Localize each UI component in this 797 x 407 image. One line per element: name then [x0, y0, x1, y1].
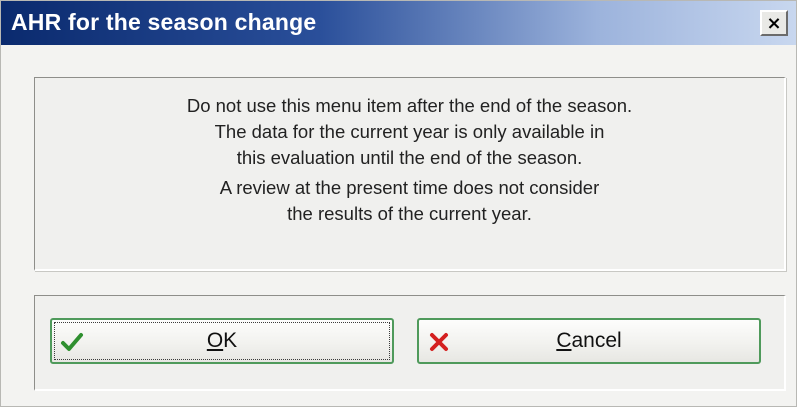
message-line: Do not use this menu item after the end … — [186, 95, 633, 116]
cancel-mnemonic: C — [556, 329, 572, 352]
close-icon: × — [766, 12, 782, 34]
dialog-title: AHR for the season change — [11, 9, 317, 35]
message-line: this evaluation until the end of the sea… — [236, 147, 583, 168]
close-button[interactable]: × — [760, 10, 788, 36]
message-line: the results of the current year. — [287, 203, 532, 224]
message-text: Do not use this menu item after the end … — [35, 93, 784, 227]
cancel-button[interactable]: Cancel — [417, 318, 761, 364]
ok-button[interactable]: OK — [50, 318, 394, 364]
ok-button-label: OK — [52, 320, 392, 362]
cancel-button-label: Cancel — [419, 320, 759, 362]
message-panel: Do not use this menu item after the end … — [34, 77, 786, 271]
message-line: A review at the present time does not co… — [219, 177, 600, 198]
message-line: The data for the current year is only av… — [214, 121, 605, 142]
cancel-label-rest: ancel — [571, 329, 622, 352]
button-panel: OK Cancel — [34, 295, 786, 391]
ok-label-rest: K — [223, 329, 238, 352]
ok-mnemonic: O — [206, 329, 224, 352]
dialog-window: AHR for the season change × Do not use t… — [0, 0, 797, 407]
title-bar[interactable]: AHR for the season change × — [1, 1, 796, 45]
